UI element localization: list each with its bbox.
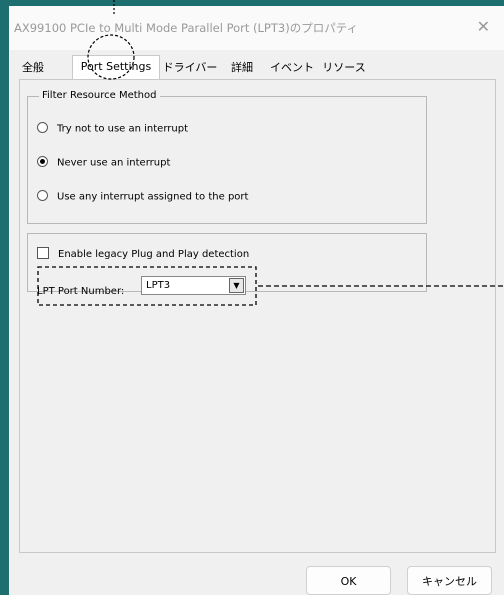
- annotation-box: [37, 266, 257, 306]
- annotation-circle: [87, 34, 135, 80]
- annotation-overlay: [37, 0, 504, 306]
